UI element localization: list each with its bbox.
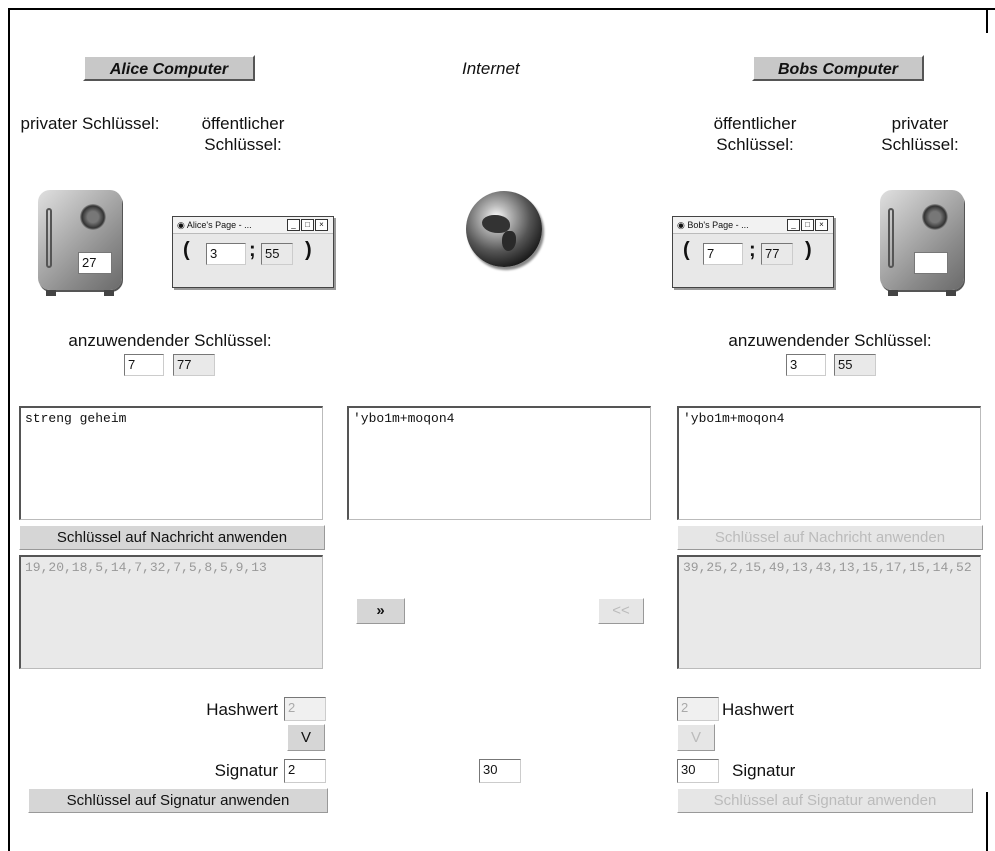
bob-page-window: ◉ Bob's Page - ... _ □ × ( 7 ; 77 ) [672, 216, 834, 288]
bob-hash-label: Hashwert [722, 700, 794, 719]
browser-icon: ◉ [677, 220, 685, 230]
bob-apply-key-label: anzuwendender Schlüssel: [728, 331, 932, 350]
alice-private-key-label: privater Schlüssel: [20, 114, 160, 133]
bob-public-key-label: öffentlicher Schlüssel: [713, 114, 797, 154]
alice-message-textarea[interactable]: streng geheim [19, 406, 323, 520]
open-paren: ( [183, 239, 190, 261]
bob-computer-button[interactable]: Bobs Computer [752, 55, 924, 81]
bob-hash-button[interactable]: V [677, 724, 715, 751]
internet-title: Internet [462, 59, 520, 78]
alice-signature-input[interactable]: 2 [284, 759, 326, 783]
alice-apply-key-message-button[interactable]: Schlüssel auf Nachricht anwenden [19, 525, 325, 550]
alice-apply-key-signature-button[interactable]: Schlüssel auf Signatur anwenden [28, 788, 328, 813]
frame-right-border-bottom [986, 792, 988, 851]
alice-public-key-b-input[interactable]: 55 [261, 243, 293, 265]
frame-left-border [8, 8, 10, 851]
maximize-icon[interactable]: □ [801, 219, 814, 231]
bob-public-key-a-input[interactable]: 7 [703, 243, 743, 265]
safe-dial-icon [922, 204, 948, 230]
minimize-icon[interactable]: _ [787, 219, 800, 231]
alice-apply-key-b-input[interactable]: 77 [173, 354, 215, 376]
frame-right-border [986, 8, 988, 33]
bob-safe-icon [880, 190, 964, 296]
alice-window-titlebar: ◉ Alice's Page - ... _ □ × [173, 217, 333, 234]
alice-signature-label: Signatur [214, 761, 278, 780]
separator-semicolon: ; [249, 239, 256, 261]
bob-window-titlebar: ◉ Bob's Page - ... _ □ × [673, 217, 833, 234]
send-left-button[interactable]: << [598, 598, 644, 624]
browser-icon: ◉ [177, 220, 185, 230]
bob-apply-key-b-input[interactable]: 55 [834, 354, 876, 376]
safe-handle-icon [888, 208, 894, 268]
minimize-icon[interactable]: _ [287, 219, 300, 231]
bob-hash-input[interactable]: 2 [677, 697, 719, 721]
alice-public-key-label: öffentlicher Schlüssel: [201, 114, 285, 154]
safe-handle-icon [46, 208, 52, 268]
bob-private-key-label: privater Schlüssel: [881, 114, 959, 154]
globe-icon [466, 191, 542, 267]
frame-top-border [8, 8, 995, 10]
bob-public-key-b-input[interactable]: 77 [761, 243, 793, 265]
bob-signature-label: Signatur [732, 761, 796, 780]
alice-numbers-textarea[interactable]: 19,20,18,5,14,7,32,7,5,8,5,9,13 [19, 555, 323, 669]
bob-numbers-textarea[interactable]: 39,25,2,15,49,13,43,13,15,17,15,14,52 [677, 555, 981, 669]
alice-computer-button[interactable]: Alice Computer [83, 55, 255, 81]
alice-hash-button[interactable]: V [287, 724, 325, 751]
internet-message-textarea[interactable]: 'ybo1m+moqon4 [347, 406, 651, 520]
alice-window-title: Alice's Page - ... [186, 220, 252, 230]
close-paren: ) [305, 239, 312, 261]
maximize-icon[interactable]: □ [301, 219, 314, 231]
bob-signature-input[interactable]: 30 [677, 759, 719, 783]
send-right-button[interactable]: » [356, 598, 405, 624]
internet-signature-input[interactable]: 30 [479, 759, 521, 783]
alice-hash-input[interactable]: 2 [284, 697, 326, 721]
alice-public-key-a-input[interactable]: 3 [206, 243, 246, 265]
alice-safe-icon: 27 [38, 190, 122, 296]
alice-apply-key-label: anzuwendender Schlüssel: [68, 331, 272, 350]
bob-private-key-input[interactable] [914, 252, 948, 274]
close-icon[interactable]: × [315, 219, 328, 231]
close-icon[interactable]: × [815, 219, 828, 231]
bob-apply-key-message-button[interactable]: Schlüssel auf Nachricht anwenden [677, 525, 983, 550]
bob-apply-key-a-input[interactable]: 3 [786, 354, 826, 376]
separator-semicolon: ; [749, 239, 756, 261]
bob-apply-key-signature-button[interactable]: Schlüssel auf Signatur anwenden [677, 788, 973, 813]
alice-private-key-input[interactable]: 27 [78, 252, 112, 274]
close-paren: ) [805, 239, 812, 261]
alice-page-window: ◉ Alice's Page - ... _ □ × ( 3 ; 55 ) [172, 216, 334, 288]
alice-hash-label: Hashwert [206, 700, 278, 719]
bob-message-textarea[interactable]: 'ybo1m+moqon4 [677, 406, 981, 520]
alice-apply-key-a-input[interactable]: 7 [124, 354, 164, 376]
open-paren: ( [683, 239, 690, 261]
safe-dial-icon [80, 204, 106, 230]
bob-window-title: Bob's Page - ... [687, 220, 749, 230]
